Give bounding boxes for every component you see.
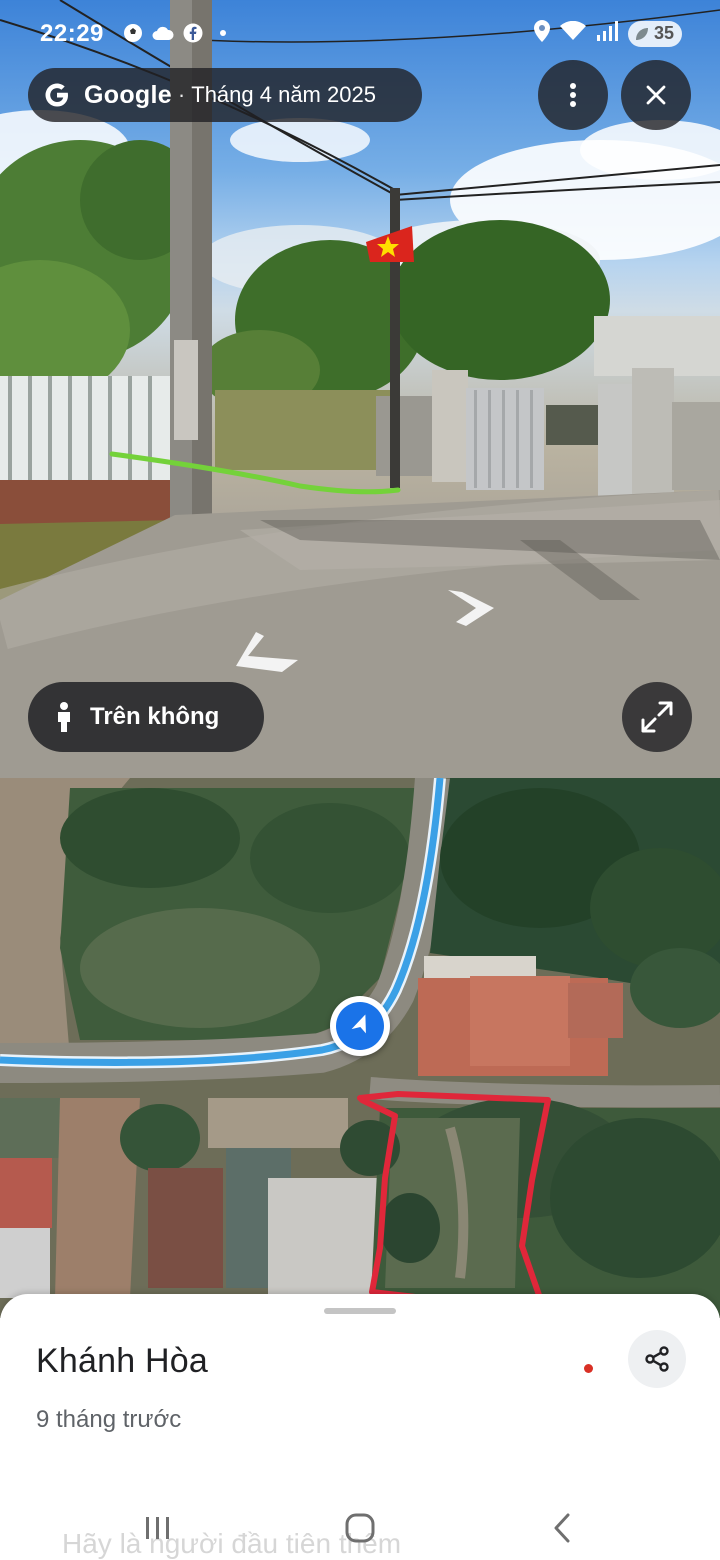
- share-icon: [645, 1346, 669, 1372]
- more-options-button[interactable]: [538, 60, 608, 130]
- capture-time-ago: 9 tháng trước: [36, 1406, 182, 1433]
- more-vert-icon: [570, 83, 576, 107]
- capture-date: Tháng 4 năm 2025: [191, 82, 376, 107]
- signal-icon: [596, 21, 618, 46]
- street-view-info-pill[interactable]: Google · Tháng 4 năm 2025: [28, 68, 422, 122]
- place-title: Khánh Hòa: [36, 1342, 208, 1380]
- satellite-map[interactable]: [0, 778, 720, 1318]
- direction-arrow-icon: [351, 1014, 366, 1034]
- separator-dot: ·: [177, 82, 186, 107]
- facebook-icon: [182, 22, 204, 44]
- aerial-view-button[interactable]: Trên không: [28, 682, 264, 752]
- recents-button[interactable]: [128, 1504, 188, 1552]
- share-button[interactable]: [628, 1330, 686, 1388]
- location-marker[interactable]: [330, 996, 390, 1056]
- fullscreen-button[interactable]: [622, 682, 692, 752]
- battery-icon: 35: [628, 20, 682, 47]
- system-navigation-bar: [0, 1496, 720, 1560]
- home-button[interactable]: [330, 1504, 390, 1552]
- pegman-icon: [58, 702, 70, 732]
- close-icon: [646, 85, 666, 105]
- sheet-drag-handle[interactable]: [324, 1308, 396, 1314]
- location-icon: [534, 20, 550, 47]
- status-bar: 22:29 35: [0, 0, 720, 64]
- back-button[interactable]: [532, 1504, 592, 1552]
- back-icon: [554, 1513, 570, 1543]
- cloud-icon: [152, 22, 174, 44]
- home-icon: [345, 1513, 375, 1543]
- notification-dot: [584, 1364, 593, 1373]
- expand-icon: [641, 701, 673, 733]
- wifi-icon: [560, 20, 586, 46]
- dot-icon: [212, 22, 234, 44]
- status-time: 22:29: [40, 20, 104, 47]
- google-logo-icon: [45, 83, 68, 107]
- aerial-view-label: Trên không: [90, 703, 220, 730]
- close-button[interactable]: [621, 60, 691, 130]
- battery-level: 35: [653, 23, 674, 43]
- soccer-ball-icon: [122, 22, 144, 44]
- google-brand-label: Google: [84, 80, 172, 109]
- recents-icon: [146, 1517, 169, 1539]
- street-view-panel[interactable]: 22:29 35 Google · Tháng 4 năm 2025 Trên …: [0, 0, 720, 778]
